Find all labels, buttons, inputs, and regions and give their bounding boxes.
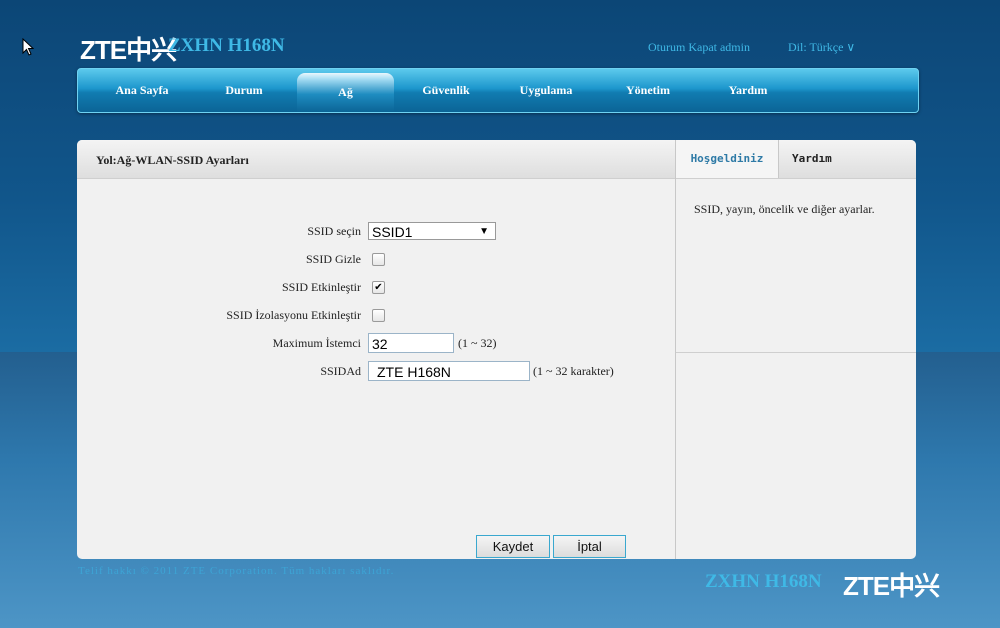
- save-button[interactable]: Kaydet: [476, 535, 550, 558]
- ssid-hide-checkbox[interactable]: [372, 253, 385, 266]
- footer-zte-logo: ZTE中兴: [843, 571, 940, 601]
- checkmark-icon: ✔: [374, 282, 383, 293]
- nav-item-help[interactable]: Yardım: [700, 69, 796, 112]
- max-clients-hint: (1 ~ 32): [458, 336, 497, 350]
- nav-item-security[interactable]: Güvenlik: [398, 69, 494, 112]
- sidebar-description: SSID, yayın, öncelik ve diğer ayarlar.: [694, 202, 875, 216]
- max-clients-label: Maximum İstemci: [272, 336, 361, 350]
- zte-logo: ZTE中兴: [80, 35, 177, 65]
- sidebar-divider: [676, 352, 916, 353]
- nav-item-network[interactable]: Ağ: [297, 73, 394, 112]
- nav-item-management[interactable]: Yönetim: [598, 69, 698, 112]
- settings-panel: Yol:Ağ-WLAN-SSID Ayarları SSID seçin SSI…: [77, 140, 916, 559]
- footer-model: ZXHN H168N: [705, 571, 822, 592]
- main-nav: Ana Sayfa Durum Ağ Güvenlik Uygulama Yön…: [77, 68, 919, 113]
- ssid-enable-label: SSID Etkinleştir: [281, 280, 361, 294]
- ssid-select[interactable]: SSID1 ▼: [368, 222, 496, 240]
- ssid-name-input[interactable]: ZTE H168N: [368, 361, 530, 381]
- max-clients-input[interactable]: 32: [368, 333, 454, 353]
- nav-item-status[interactable]: Durum: [196, 69, 292, 112]
- ssid-select-label: SSID seçin: [307, 224, 361, 238]
- ssid-hide-label: SSID Gizle: [306, 252, 361, 266]
- copyright-text: Telif hakkı © 2011 ZTE Corporation. Tüm …: [78, 565, 395, 577]
- device-model: ZXHN H168N: [168, 35, 285, 56]
- mouse-pointer-icon: [22, 38, 34, 56]
- help-sidebar: Hoşgeldiniz Yardım SSID, yayın, öncelik …: [675, 140, 916, 559]
- ssid-isolation-checkbox[interactable]: [372, 309, 385, 322]
- logout-link[interactable]: Oturum Kapat admin: [648, 40, 750, 55]
- ssid-select-value: SSID1: [372, 224, 413, 240]
- ssid-name-label: SSIDAd: [320, 364, 361, 378]
- nav-item-home[interactable]: Ana Sayfa: [88, 69, 196, 112]
- language-selector[interactable]: Dil: Türkçe ∨: [788, 40, 855, 55]
- tab-help[interactable]: Yardım: [792, 140, 832, 178]
- breadcrumb: Yol:Ağ-WLAN-SSID Ayarları: [96, 153, 249, 167]
- chevron-down-icon: ▼: [479, 226, 489, 237]
- panel-header: Yol:Ağ-WLAN-SSID Ayarları: [77, 140, 676, 179]
- nav-item-application[interactable]: Uygulama: [498, 69, 594, 112]
- ssid-name-hint: (1 ~ 32 karakter): [533, 364, 614, 378]
- ssid-enable-checkbox[interactable]: ✔: [372, 281, 385, 294]
- ssid-isolation-label: SSID İzolasyonu Etkinleştir: [226, 308, 361, 322]
- sidebar-tabs: Hoşgeldiniz Yardım: [676, 140, 916, 179]
- tab-welcome[interactable]: Hoşgeldiniz: [676, 140, 779, 178]
- cancel-button[interactable]: İptal: [553, 535, 626, 558]
